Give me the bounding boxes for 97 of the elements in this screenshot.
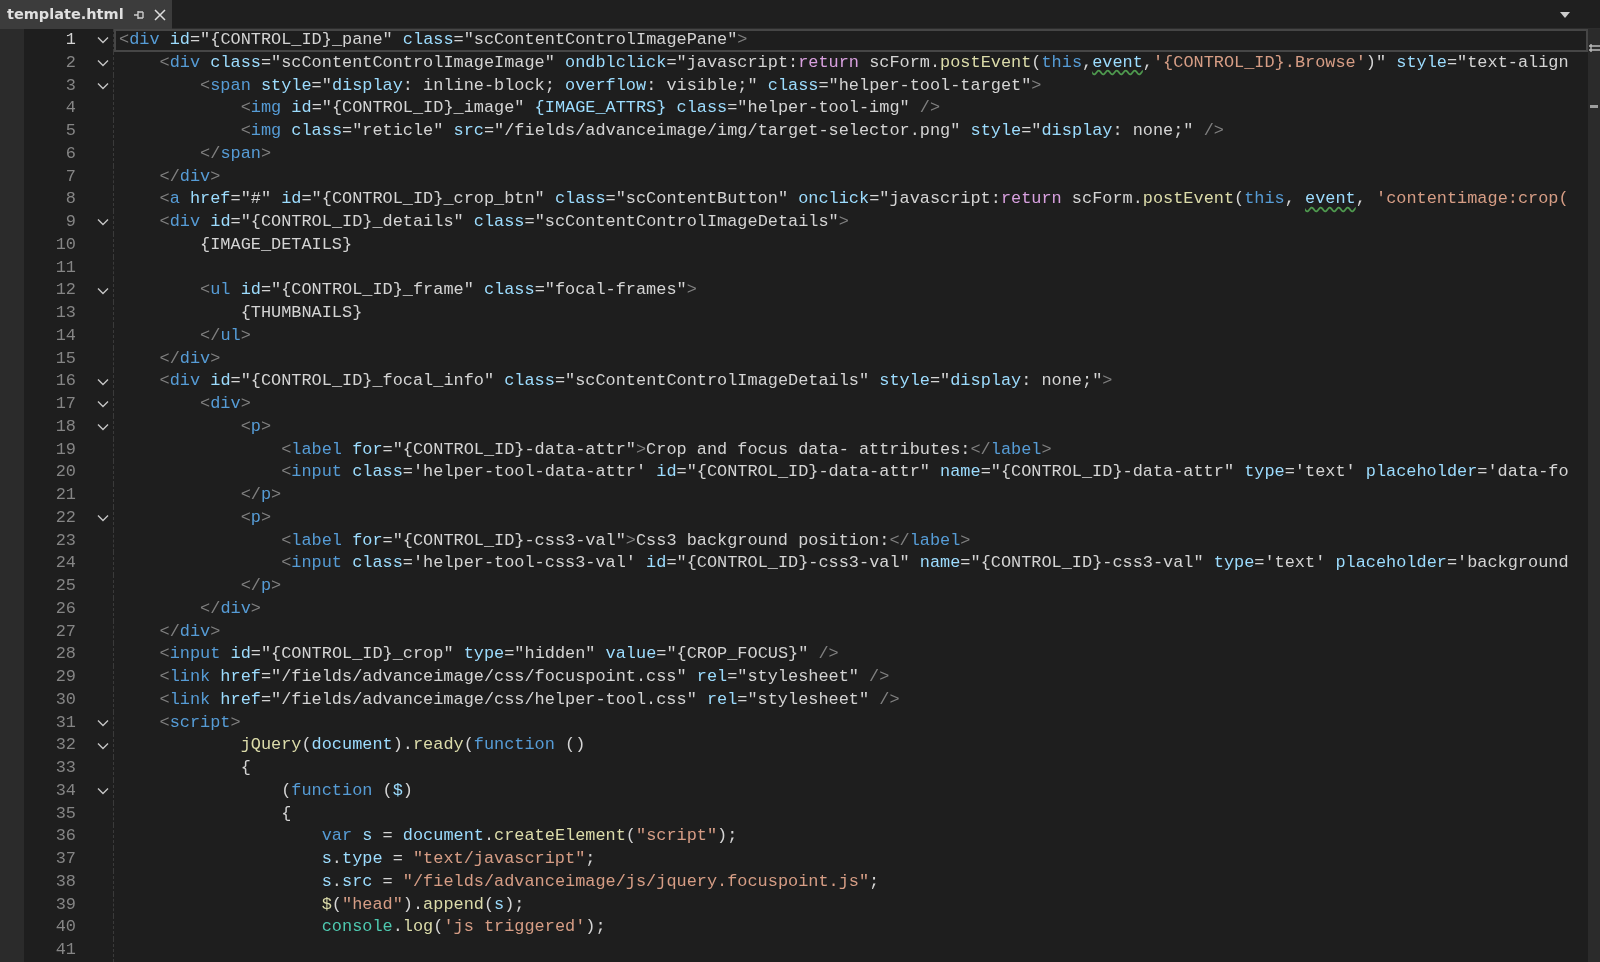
- line-number: 31: [54, 711, 76, 734]
- code-line: </p>: [239, 575, 283, 597]
- fold-chevron-icon[interactable]: [97, 377, 109, 386]
- fold-chevron-icon[interactable]: [97, 286, 109, 295]
- code-line: s.type = "text/javascript";: [320, 848, 597, 870]
- code-line: </div>: [158, 620, 222, 643]
- line-number: 12: [54, 279, 76, 302]
- code-line: <label for="{CONTROL_ID}-css3-val">Css3 background position:</label>: [280, 529, 972, 552]
- code-line: </span>: [199, 142, 273, 165]
- line-number: 37: [54, 848, 76, 870]
- line-number: 40: [54, 916, 76, 939]
- split-icon[interactable]: [1588, 43, 1600, 53]
- code-line: <img id="{CONTROL_ID}_image" {IMAGE_ATTRS} class="helper-tool-img" />: [239, 97, 942, 120]
- line-number: 25: [54, 575, 76, 597]
- code-line: <script>: [158, 711, 242, 734]
- line-number: 13: [54, 302, 76, 324]
- fold-chevron-icon[interactable]: [97, 59, 109, 68]
- line-number: 36: [54, 825, 76, 848]
- code-line: <link href="/fields/advanceimage/css/helper-tool.css" rel="stylesheet" />: [158, 688, 901, 711]
- code-line: <a href="#" id="{CONTROL_ID}_crop_btn" class="scContentButton" onclick="javascript:return scForm.postEvent(this, event, 'contentimage:crop(: [158, 188, 1570, 211]
- code-line: {THUMBNAILS}: [239, 302, 364, 324]
- code-line: {: [239, 757, 252, 779]
- line-number: 14: [54, 324, 76, 347]
- code-line: <div id="{CONTROL_ID}_focal_info" class="scContentControlImageDetails" style="display: none;">: [158, 370, 1114, 393]
- line-number: 24: [54, 552, 76, 575]
- line-number: 22: [54, 506, 76, 529]
- line-number: 3: [64, 74, 76, 97]
- line-number: 11: [54, 256, 76, 279]
- fold-chevron-icon[interactable]: [97, 514, 109, 523]
- line-number: 19: [54, 438, 76, 461]
- fold-chevron-icon[interactable]: [97, 787, 109, 796]
- code-line: </div>: [199, 597, 262, 620]
- code-line: {: [280, 802, 293, 825]
- line-number: 38: [54, 870, 76, 893]
- line-number: 16: [54, 370, 76, 393]
- code-line: console.log('js triggered');: [320, 916, 607, 939]
- code-line: <p>: [239, 506, 273, 529]
- pin-icon[interactable]: [132, 8, 145, 21]
- code-line: var s = document.createElement("script");: [320, 825, 739, 848]
- line-number: 21: [54, 484, 76, 506]
- code-line: s.src = "/fields/advanceimage/js/jquery.focuspoint.js";: [320, 870, 881, 893]
- code-line: <input class='helper-tool-data-attr' id="{CONTROL_ID}-data-attr" name="{CONTROL_ID}-data-attr" type='text' placeholder='data-fo: [280, 461, 1570, 484]
- code-line: </div>: [158, 165, 222, 188]
- fold-chevron-icon[interactable]: [97, 718, 109, 727]
- fold-chevron-icon[interactable]: [97, 36, 109, 45]
- editor-tab[interactable]: template.html: [0, 0, 172, 29]
- line-number: 10: [54, 233, 76, 256]
- line-number: 35: [54, 802, 76, 825]
- line-number: 8: [64, 188, 76, 211]
- code-line: <img class="reticle" src="/fields/advanceimage/img/target-selector.png" style="display: none;" />: [239, 120, 1225, 142]
- fold-chevron-icon[interactable]: [97, 81, 109, 90]
- line-number: 20: [54, 461, 76, 484]
- fold-chevron-icon[interactable]: [97, 423, 109, 432]
- line-number: 26: [54, 597, 76, 620]
- code-line: </p>: [239, 484, 283, 506]
- line-number: 34: [54, 779, 76, 802]
- code-line: </div>: [158, 347, 222, 370]
- line-number: 5: [64, 120, 76, 142]
- line-number: 6: [64, 142, 76, 165]
- line-number: 1: [64, 29, 76, 51]
- code-line: <link href="/fields/advanceimage/css/focuspoint.css" rel="stylesheet" />: [158, 666, 891, 688]
- fold-chevron-icon[interactable]: [97, 741, 109, 750]
- line-number: 27: [54, 620, 76, 643]
- line-number: 29: [54, 666, 76, 688]
- code-line: <div class="scContentControlImageImage" ondblclick="javascript:return scForm.postEvent(this,event,'{CONTROL_ID}.Browse')" style="text-align: [158, 51, 1570, 74]
- code-line: {IMAGE_DETAILS}: [199, 233, 354, 256]
- line-number: 2: [64, 51, 76, 74]
- fold-chevron-icon[interactable]: [97, 218, 109, 227]
- line-number: 7: [64, 165, 76, 188]
- dropdown-icon[interactable]: [1560, 12, 1570, 18]
- line-number: 28: [54, 643, 76, 666]
- line-number: 32: [54, 734, 76, 757]
- line-number: 9: [64, 211, 76, 233]
- line-number: 15: [54, 347, 76, 370]
- line-number: 18: [54, 415, 76, 438]
- code-line: <div id="{CONTROL_ID}_details" class="scContentControlImageDetails">: [158, 211, 850, 233]
- line-number: 4: [64, 97, 76, 120]
- code-line: </ul>: [199, 324, 252, 347]
- fold-chevron-icon[interactable]: [97, 400, 109, 409]
- code-line: (function ($): [280, 779, 414, 802]
- code-line: <input id="{CONTROL_ID}_crop" type="hidden" value="{CROP_FOCUS}" />: [158, 643, 840, 666]
- code-line: $("head").append(s);: [320, 893, 526, 916]
- code-line: <p>: [239, 415, 273, 438]
- code-line: jQuery(document).ready(function (): [239, 734, 587, 757]
- line-number: 39: [54, 893, 76, 916]
- line-number: 30: [54, 688, 76, 711]
- line-number: 41: [54, 939, 76, 961]
- code-line: <label for="{CONTROL_ID}-data-attr">Crop and focus data- attributes:</label>: [280, 438, 1053, 461]
- line-number: 23: [54, 529, 76, 552]
- close-icon[interactable]: [153, 8, 166, 21]
- code-line: <div>: [199, 393, 252, 415]
- code-line: <span style="display: inline-block; overflow: visible;" class="helper-tool-target">: [199, 74, 1043, 97]
- line-number: 17: [54, 393, 76, 415]
- code-line: <input class='helper-tool-css3-val' id="{CONTROL_ID}-css3-val" name="{CONTROL_ID}-css3-val" type='text' placeholder='background: [280, 552, 1570, 575]
- code-line: <ul id="{CONTROL_ID}_frame" class="focal-frames">: [199, 279, 698, 302]
- scrollbar-thumb[interactable]: [1590, 105, 1598, 108]
- line-number: 33: [54, 757, 76, 779]
